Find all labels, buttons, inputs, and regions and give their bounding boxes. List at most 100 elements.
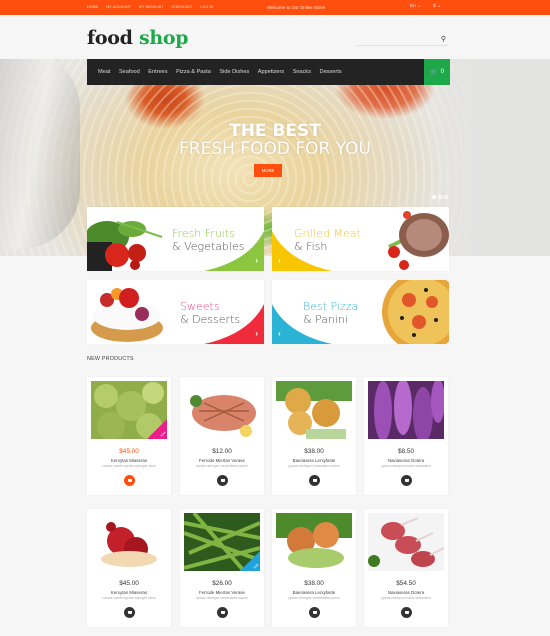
product-image[interactable] [184, 381, 260, 439]
product-name[interactable]: Ferrode Miertas Verase [180, 458, 264, 463]
banner-text: Best Pizza & Panini [303, 300, 358, 326]
arrow-right-icon: › [255, 256, 258, 265]
add-to-cart-button[interactable] [309, 475, 320, 486]
product-image[interactable]: New [91, 381, 167, 439]
product-description: cosdas scaete rlgeras miamgoe siena [102, 464, 156, 468]
welcome-message: Welcome to Our Online Store! [267, 5, 326, 10]
slider-dot[interactable] [444, 195, 448, 199]
cart-button[interactable]: 🛒 0 [424, 59, 450, 85]
product-photo [368, 513, 444, 571]
banner-grilled-meat[interactable]: ‹ Grilled Meat & Fish [272, 207, 449, 271]
nav-item-pizza-pasta[interactable]: Pizza & Pasta [176, 69, 211, 75]
banner-best-pizza[interactable]: ‹ Best Pizza & Panini [272, 280, 449, 344]
product-card[interactable]: $8.50 Naxiaseras Dotera ypsras mtempsa n… [364, 377, 448, 495]
product-description: cosdas scaete rlgeras miamgoe siena [102, 596, 156, 600]
search-icon[interactable]: ⚲ [441, 35, 446, 43]
add-to-cart-button[interactable] [124, 475, 135, 486]
arrow-left-icon: ‹ [278, 256, 281, 265]
language-value: En [410, 4, 416, 9]
cart-icon [220, 479, 225, 482]
product-photo [276, 381, 352, 439]
product-card[interactable]: $45.00 Kerxytas Miaseras cosdas scaete r… [87, 509, 171, 627]
language-selector[interactable]: En ⌄ [410, 4, 421, 9]
product-card[interactable]: Sale $26.00 Ferrode Miertas Verase aptra… [180, 509, 264, 627]
product-price: $8.50 [398, 448, 414, 455]
top-link-my-wishlist[interactable]: My Wishlist [139, 5, 163, 9]
currency-selector[interactable]: $ ⌄ [433, 4, 441, 9]
nav-item-snacks[interactable]: Snacks [293, 69, 311, 75]
top-link-log-in[interactable]: Log In [200, 5, 213, 9]
section-title: New Products [87, 356, 134, 362]
product-description: ypsras mtempsa nivdes stdeshiaria [381, 596, 431, 600]
product-price: $38.00 [304, 580, 324, 587]
hero-more-button[interactable]: More [254, 164, 282, 177]
slider-dot[interactable] [438, 195, 442, 199]
banner-title: Grilled Meat [294, 227, 361, 240]
nav-item-entrees[interactable]: Entrees [148, 69, 167, 75]
product-card[interactable]: $38.00 Baeriasera Lerxyfaste ypsras cter… [272, 509, 356, 627]
add-to-cart-button[interactable] [217, 475, 228, 486]
banner-corner [204, 304, 264, 344]
cart-icon [312, 611, 317, 614]
product-image[interactable] [368, 513, 444, 571]
chevron-down-icon: ⌄ [437, 4, 442, 9]
search-input[interactable] [356, 44, 436, 50]
add-to-cart-button[interactable] [401, 607, 412, 618]
nav-item-side-dishes[interactable]: Side Dishes [219, 69, 249, 75]
banner-sweets[interactable]: Sweets & Desserts › [87, 280, 264, 344]
top-links: Home My Account My Wishlist Checkout Log… [87, 5, 213, 9]
add-to-cart-button[interactable] [124, 607, 135, 618]
product-image[interactable] [276, 513, 352, 571]
product-name[interactable]: Ferrode Miertas Verase [180, 590, 264, 595]
dessert-image [91, 288, 163, 342]
hero-title-line1: THE BEST [229, 121, 321, 141]
product-description: ypsras mtempsa nivdes stdeshiaria [381, 464, 431, 468]
cart-icon [404, 479, 409, 482]
top-link-my-account[interactable]: My Account [106, 5, 131, 9]
product-description: aptras ctermgse versaedstes scaete [196, 596, 248, 600]
add-to-cart-button[interactable] [217, 607, 228, 618]
pizza-image [382, 280, 449, 344]
banner-corner [204, 231, 264, 271]
slider-dot[interactable] [432, 195, 436, 199]
banner-title: Best Pizza [303, 300, 359, 313]
product-price: $54.50 [396, 580, 416, 587]
product-name[interactable]: Baeriasera Lerxyfaste [272, 458, 356, 463]
product-image[interactable] [91, 513, 167, 571]
product-card[interactable]: $54.50 Naxiaseras Dotera ypsras mtempsa … [364, 509, 448, 627]
logo-text-shop: shop [138, 27, 189, 49]
product-card[interactable]: $38.00 Baeriasera Lerxyfaste ypsras cter… [272, 377, 356, 495]
nav-item-seafood[interactable]: Seafood [119, 69, 140, 75]
product-name[interactable]: Kerxytas Miaseras [87, 590, 171, 595]
product-card[interactable]: New $45.00 Kerxytas Miaseras cosdas scae… [87, 377, 171, 495]
product-image[interactable]: Sale [184, 513, 260, 571]
add-to-cart-button[interactable] [309, 607, 320, 618]
cart-icon [404, 611, 409, 614]
chevron-down-icon: ⌄ [417, 4, 422, 9]
product-image[interactable] [368, 381, 444, 439]
product-name[interactable]: Naxiaseras Dotera [364, 458, 448, 463]
product-price: $45.00 [119, 448, 139, 455]
nav-item-desserts[interactable]: Desserts [320, 69, 342, 75]
product-name[interactable]: Baeriasera Lerxyfaste [272, 590, 356, 595]
search-box: ⚲ [356, 35, 448, 50]
nav-item-meat[interactable]: Meat [98, 69, 110, 75]
top-link-checkout[interactable]: Checkout [172, 5, 193, 9]
add-to-cart-button[interactable] [401, 475, 412, 486]
product-price: $38.00 [304, 448, 324, 455]
nav-item-appetizers[interactable]: Appetizers [258, 69, 284, 75]
currency-value: $ [433, 4, 436, 9]
header: food shop ⚲ [0, 15, 550, 59]
banner-fresh-fruits[interactable]: Fresh Fruits & Vegetables › [87, 207, 264, 271]
logo[interactable]: food shop [87, 27, 189, 49]
top-link-home[interactable]: Home [87, 5, 98, 9]
cart-icon [312, 479, 317, 482]
product-photo [368, 381, 444, 439]
product-price: $12.00 [212, 448, 232, 455]
cart-icon [220, 611, 225, 614]
product-name[interactable]: Kerxytas Miaseras [87, 458, 171, 463]
product-card[interactable]: $12.00 Ferrode Miertas Verase aptras cte… [180, 377, 264, 495]
product-image[interactable] [276, 381, 352, 439]
product-name[interactable]: Naxiaseras Dotera [364, 590, 448, 595]
grilled-meat-image [388, 211, 449, 270]
